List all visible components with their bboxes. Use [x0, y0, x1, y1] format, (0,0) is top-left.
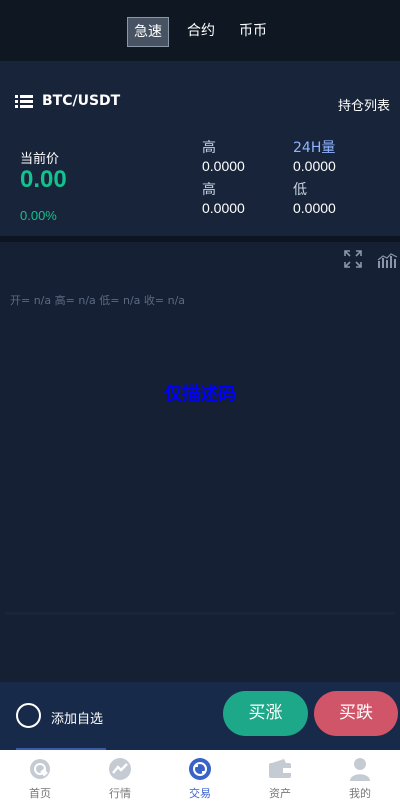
user-icon: [350, 758, 370, 781]
stat-high-2-label: 高: [202, 182, 216, 198]
nav-assets[interactable]: 资产: [240, 750, 320, 802]
tab-spot[interactable]: 币币: [233, 17, 273, 47]
fullscreen-icon[interactable]: [344, 250, 362, 268]
pair-name[interactable]: BTC/USDT: [42, 93, 120, 109]
nav-market[interactable]: 行情: [80, 750, 160, 802]
ticker-panel: BTC/USDT 持仓列表 当前价 0.00 0.00% 高 0.0000 24…: [0, 61, 400, 236]
pair-row: BTC/USDT 持仓列表: [15, 93, 390, 114]
bottom-nav: 首页 行情 交易 资产 我的: [0, 750, 400, 802]
tab-contract[interactable]: 合约: [181, 17, 221, 47]
nav-home-label: 首页: [29, 787, 51, 800]
market-icon: [109, 758, 131, 780]
stat-volume-label: 24H量: [293, 140, 336, 156]
favorite-label[interactable]: 添加自选: [51, 708, 103, 727]
buy-up-button[interactable]: 买涨: [223, 691, 308, 736]
indicator-icon[interactable]: [377, 252, 399, 268]
wallet-icon: [269, 759, 291, 778]
stat-low: 低 0.0000: [293, 181, 336, 217]
buy-down-button[interactable]: 买跌: [314, 691, 398, 736]
price-change: 0.00%: [20, 208, 57, 223]
positions-link[interactable]: 持仓列表: [338, 95, 390, 114]
trade-icon: [189, 758, 211, 780]
top-bar: 急速 合约 币币: [0, 0, 400, 61]
price-label: 当前价: [20, 152, 60, 167]
stat-low-value: 0.0000: [293, 200, 336, 216]
chart-baseline: [5, 612, 395, 615]
kline-chart[interactable]: 开= n/a 高= n/a 低= n/a 收= n/a 仅描述码: [0, 242, 400, 682]
nav-profile-label: 我的: [349, 787, 371, 800]
favorite-radio[interactable]: [16, 703, 41, 728]
nav-profile[interactable]: 我的: [320, 750, 400, 802]
stat-high-label: 高: [202, 140, 216, 156]
chart-error-link[interactable]: 仅描述码: [0, 380, 400, 406]
tab-quick[interactable]: 急速: [127, 17, 169, 47]
list-icon[interactable]: [15, 95, 33, 109]
stat-high-value: 0.0000: [202, 158, 245, 174]
stat-volume: 24H量 0.0000: [293, 139, 336, 175]
stat-low-label: 低: [293, 182, 307, 198]
stat-volume-value: 0.0000: [293, 158, 336, 174]
nav-trade-label: 交易: [189, 787, 211, 800]
nav-trade[interactable]: 交易: [160, 750, 240, 802]
mode-tabs: 急速 合约 币币: [0, 17, 400, 47]
action-bar: 添加自选 买涨 买跌: [0, 682, 400, 750]
current-price: 0.00: [20, 166, 67, 193]
nav-market-label: 行情: [109, 787, 131, 800]
stat-high: 高 0.0000: [202, 139, 245, 175]
home-icon: [30, 759, 50, 779]
ohlc-readout: 开= n/a 高= n/a 低= n/a 收= n/a: [10, 294, 186, 307]
stat-high-2: 高 0.0000: [202, 181, 245, 217]
nav-home[interactable]: 首页: [0, 750, 80, 802]
nav-assets-label: 资产: [269, 787, 291, 800]
stat-high-2-value: 0.0000: [202, 200, 245, 216]
